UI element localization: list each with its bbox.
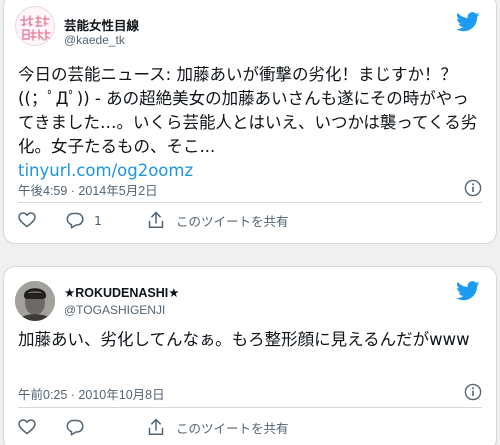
share-tweet-button[interactable]: このツイートを共有 xyxy=(148,211,289,230)
share-label: このツイートを共有 xyxy=(176,420,289,436)
speech-bubble-icon xyxy=(66,419,84,436)
avatar[interactable] xyxy=(15,281,55,321)
tweet-timestamp[interactable]: 午前0:25 · 2010年10月8日 xyxy=(18,384,165,403)
author-handle[interactable]: @TOGASHIGENJI xyxy=(64,303,165,317)
reply-button[interactable] xyxy=(66,419,148,436)
heart-icon xyxy=(18,419,36,435)
like-button[interactable] xyxy=(18,419,66,435)
author-name[interactable]: ★ROKUDENASHI★ xyxy=(64,285,179,300)
avatar[interactable] xyxy=(15,6,55,46)
tweet-card[interactable]: 芸能女性目線 @kaede_tk 今日の芸能ニュース: 加藤あいが衝撃の劣化！ま… xyxy=(3,0,497,244)
info-icon[interactable] xyxy=(464,179,482,197)
divider xyxy=(18,202,482,203)
divider xyxy=(18,407,482,408)
tweet-card[interactable]: ★ROKUDENASHI★ @TOGASHIGENJI 加藤あい、劣化してんなぁ… xyxy=(3,266,497,445)
like-button[interactable] xyxy=(18,212,66,228)
share-label: このツイートを共有 xyxy=(176,213,289,229)
tweet-text: 今日の芸能ニュース: 加藤あいが衝撃の劣化！まじすか！？((；ﾟДﾟ)) - あ… xyxy=(18,63,480,183)
tweet-text: 加藤あい、劣化してんなぁ。もろ整形顔に見えるんだがwww xyxy=(18,330,470,349)
upload-arrow-icon xyxy=(148,418,164,436)
heart-icon xyxy=(18,212,36,228)
tweet-body: 今日の芸能ニュース: 加藤あいが衝撃の劣化！まじすか！？((；ﾟДﾟ)) - あ… xyxy=(18,65,478,156)
author-handle[interactable]: @kaede_tk xyxy=(64,33,125,47)
reply-count: 1 xyxy=(94,212,102,228)
avatar-photo xyxy=(15,281,55,321)
avatar-logo-image xyxy=(17,8,54,45)
tweet-timestamp[interactable]: 午後4:59 · 2014年5月2日 xyxy=(18,180,158,199)
twitter-bird-icon[interactable] xyxy=(456,281,480,301)
author-name[interactable]: 芸能女性目線 xyxy=(64,15,139,34)
share-tweet-button[interactable]: このツイートを共有 xyxy=(148,418,289,437)
tweet-actions: このツイートを共有 xyxy=(18,415,482,439)
info-icon[interactable] xyxy=(464,383,482,401)
twitter-bird-icon[interactable] xyxy=(456,12,480,32)
tweet-actions: 1 このツイートを共有 xyxy=(18,208,482,232)
reply-button[interactable]: 1 xyxy=(66,212,148,229)
speech-bubble-icon xyxy=(66,212,84,229)
upload-arrow-icon xyxy=(148,211,164,229)
